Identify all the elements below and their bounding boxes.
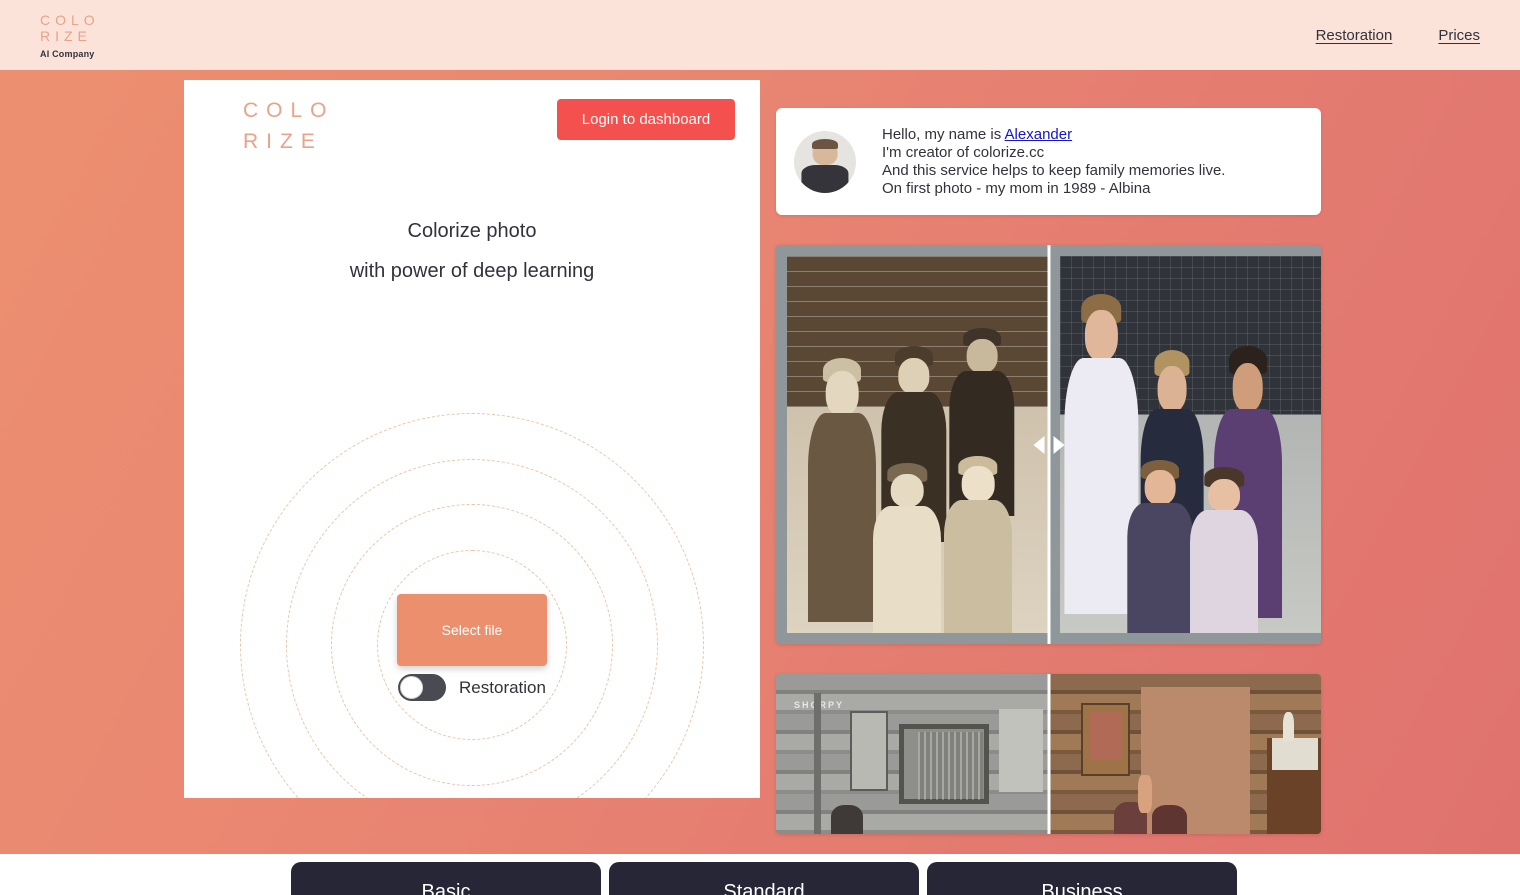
author-link[interactable]: Alexander [1005, 126, 1073, 143]
quote-text: Hello, my name is Alexander I'm creator … [882, 126, 1225, 198]
avatar-body [801, 164, 849, 193]
photo-colorized-class [1059, 256, 1321, 633]
upload-panel: COLO RIZE Login to dashboard Colorize ph… [184, 80, 760, 798]
quote-line-1: Hello, my name is Alexander [882, 126, 1225, 144]
avatar [794, 130, 856, 193]
tagline-line-1: Colorize photo [407, 220, 537, 242]
pricing-card-business-name: Business [1041, 881, 1123, 895]
quote-line-4: On first photo - my mom in 1989 - Albina [882, 179, 1151, 197]
restoration-toggle[interactable] [398, 674, 447, 701]
photo-post [814, 693, 821, 834]
toggle-knob [400, 676, 424, 699]
pricing-card-business[interactable]: Business [927, 862, 1237, 895]
pricing-card-basic-name: Basic [421, 881, 471, 895]
pricing-card-standard-name: Standard [723, 881, 805, 895]
pricing-card-standard[interactable]: Standard [609, 862, 919, 895]
slider-arrow-right-icon [1053, 435, 1064, 454]
panel-logo: COLO RIZE [243, 95, 335, 157]
photo-person [1152, 805, 1188, 834]
login-to-dashboard-button[interactable]: Login to dashboard [557, 99, 735, 140]
select-file-button[interactable]: Select file [397, 594, 547, 666]
photo-bw-room: SHORPY [776, 674, 1049, 834]
photo-curtain [917, 731, 984, 801]
brand-subtitle: AI Company [40, 48, 95, 59]
photo-person [1190, 467, 1259, 633]
author-quote-card: Hello, my name is Alexander I'm creator … [776, 108, 1321, 215]
photo-picture-art [1089, 712, 1123, 761]
photo-person [943, 455, 1012, 633]
comparison-left-original [776, 245, 1049, 644]
pricing-card-basic[interactable]: Basic [291, 862, 601, 895]
file-dropzone[interactable]: Select file Restoration [184, 270, 760, 798]
quote-line-3: And this service helps to keep family me… [882, 161, 1226, 179]
photo-person [807, 357, 876, 622]
brand-line-2: RIZE [40, 27, 92, 44]
comparison-right-colorized [1048, 245, 1321, 644]
photo-doily [1271, 738, 1319, 770]
photo-colorized-room [1048, 674, 1321, 834]
photo-picture [849, 710, 888, 791]
panel-logo-line-2: RIZE [243, 130, 323, 153]
avatar-hair [811, 138, 839, 150]
panel-header: COLO RIZE Login to dashboard [184, 80, 760, 190]
slider-arrow-left-icon [1033, 435, 1044, 454]
comparison-slider-class-photo[interactable] [776, 245, 1321, 644]
quote-line-2: I'm creator of colorize.cc [882, 143, 1045, 161]
comparison2-left-original: SHORPY [776, 674, 1049, 834]
photo-person [873, 463, 942, 633]
comparison-slider-room-interior[interactable]: SHORPY [776, 674, 1321, 834]
nav-link-restoration[interactable]: Restoration [1316, 27, 1393, 44]
photo-bw-class [787, 256, 1049, 633]
brand-line-1: COLO [40, 11, 100, 28]
comparison2-right-colorized [1048, 674, 1321, 834]
showcase-column: Hello, my name is Alexander I'm creator … [776, 108, 1321, 834]
photo-person [830, 805, 864, 834]
site-brand: COLO RIZE AI Company [40, 12, 100, 59]
comparison2-slider-handle[interactable] [1047, 674, 1050, 834]
photo-hand [1138, 774, 1153, 814]
restoration-toggle-row: Restoration [398, 674, 546, 701]
photo-frame-color [1048, 245, 1321, 644]
pricing-section: Basic Standard Business [0, 854, 1520, 895]
photo-frame-bw [776, 245, 1049, 644]
top-header: COLO RIZE AI Company Restoration Prices [0, 0, 1520, 70]
photo-calendar [999, 709, 1044, 793]
app-root: COLO RIZE AI Company Restoration Prices … [0, 0, 1520, 895]
comparison-slider-handle[interactable] [1033, 245, 1064, 644]
photo-person [1127, 459, 1193, 633]
nav-link-prices[interactable]: Prices [1438, 27, 1480, 44]
quote-line-1-prefix: Hello, my name is [882, 125, 1005, 143]
top-navigation: Restoration Prices [1316, 27, 1480, 44]
photo-bottle [1282, 712, 1294, 742]
panel-logo-line-1: COLO [243, 99, 335, 122]
restoration-toggle-label: Restoration [459, 677, 546, 697]
hero-section: COLO RIZE Login to dashboard Colorize ph… [0, 70, 1520, 854]
